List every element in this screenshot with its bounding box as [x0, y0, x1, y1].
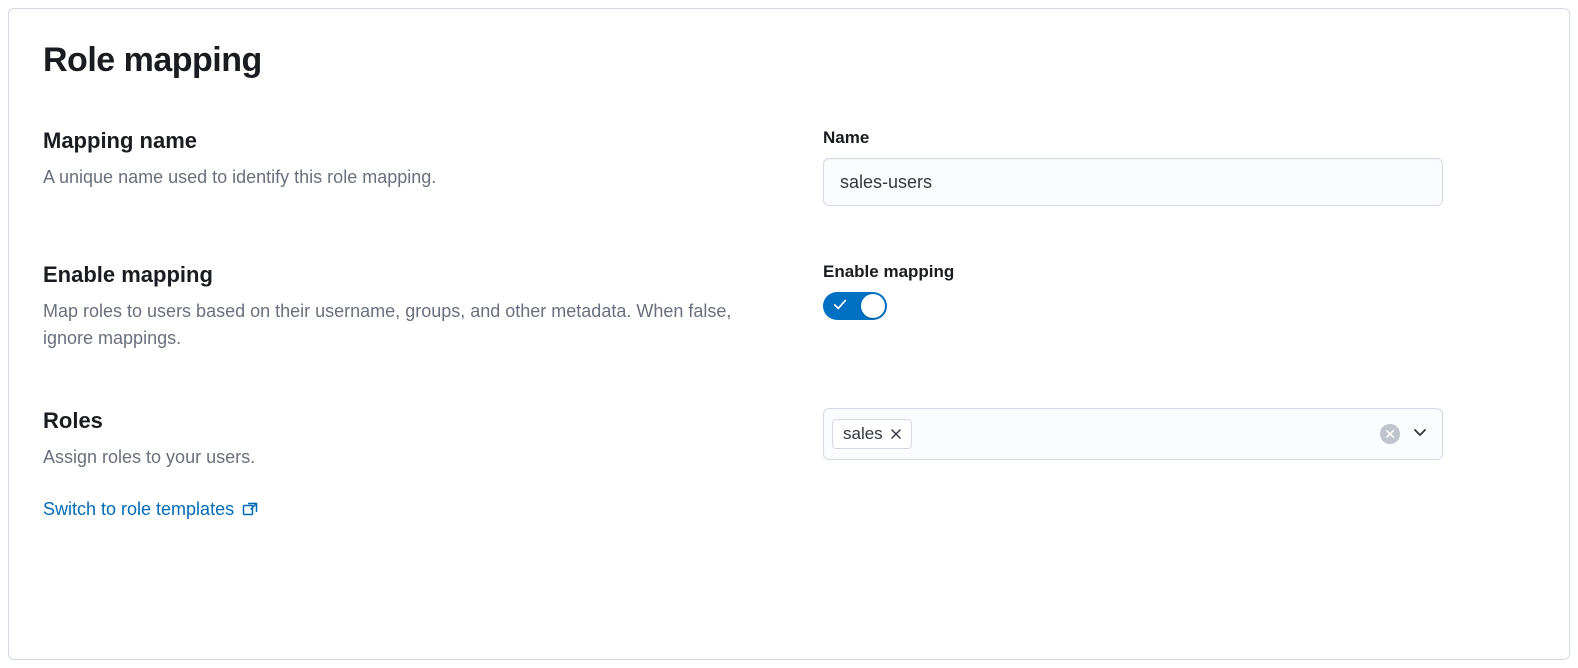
- enable-mapping-field-label: Enable mapping: [823, 262, 1535, 282]
- clear-roles-button[interactable]: [1380, 424, 1400, 444]
- role-mapping-panel: Role mapping Mapping name A unique name …: [8, 8, 1570, 660]
- enable-mapping-toggle[interactable]: [823, 292, 887, 320]
- mapping-name-heading: Mapping name: [43, 128, 783, 154]
- switch-to-role-templates-link[interactable]: Switch to role templates: [43, 499, 258, 520]
- check-icon: [833, 298, 847, 315]
- name-field-label: Name: [823, 128, 1535, 148]
- switch-link-label: Switch to role templates: [43, 499, 234, 520]
- chevron-down-icon[interactable]: [1412, 424, 1428, 445]
- mapping-name-description: A unique name used to identify this role…: [43, 164, 783, 191]
- remove-role-button[interactable]: [891, 429, 901, 439]
- role-pill-label: sales: [843, 424, 883, 444]
- section-enable-mapping: Enable mapping Map roles to users based …: [43, 262, 1535, 352]
- section-roles: Roles Assign roles to your users. Switch…: [43, 408, 1535, 520]
- switch-thumb: [861, 294, 885, 318]
- section-mapping-name: Mapping name A unique name used to ident…: [43, 128, 1535, 206]
- page-title: Role mapping: [43, 41, 1535, 80]
- roles-combobox[interactable]: sales: [823, 408, 1443, 460]
- enable-mapping-description: Map roles to users based on their userna…: [43, 298, 783, 352]
- name-input[interactable]: [823, 158, 1443, 206]
- roles-description: Assign roles to your users.: [43, 444, 783, 471]
- roles-pill-container: sales: [832, 419, 912, 449]
- popout-icon: [242, 502, 258, 518]
- enable-mapping-heading: Enable mapping: [43, 262, 783, 288]
- roles-heading: Roles: [43, 408, 783, 434]
- role-pill: sales: [832, 419, 912, 449]
